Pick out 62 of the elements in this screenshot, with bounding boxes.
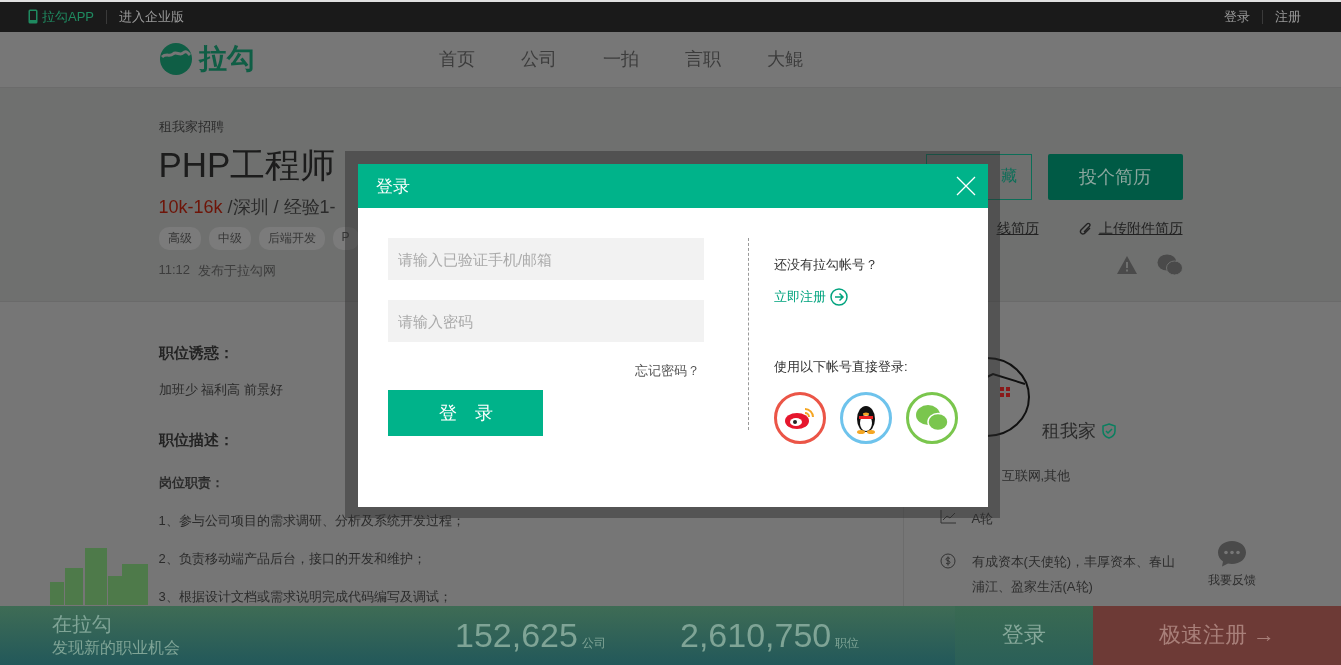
- forgot-password-link[interactable]: 忘记密码？: [635, 362, 700, 380]
- bottom-slogan: 在拉勾: [52, 612, 113, 638]
- job-title: PHP工程师: [158, 143, 337, 186]
- social-login-text: 使用以下帐号直接登录:: [774, 358, 909, 376]
- enterprise-link[interactable]: 进入企业版: [119, 7, 184, 26]
- perks-text: 加班少 福利高 前景好: [158, 380, 284, 399]
- section-heading: 职位描述：: [158, 430, 235, 450]
- paperclip-icon: [1078, 220, 1093, 237]
- phone-icon: [28, 9, 38, 25]
- company-line: 租我家招聘: [158, 117, 225, 136]
- job-tag: 高级: [158, 226, 201, 250]
- app-link-text[interactable]: 拉勾APP: [42, 7, 94, 26]
- bottom-login-button[interactable]: 登录: [955, 605, 1093, 665]
- company-name[interactable]: 租我家: [1041, 418, 1096, 443]
- company-info-text: 互联网,其他: [1001, 466, 1071, 485]
- nav-link[interactable]: 公司: [520, 47, 557, 72]
- nav-link[interactable]: 大鲲: [766, 47, 803, 72]
- quick-register-button[interactable]: 极速注册 →: [1093, 605, 1341, 665]
- logo-icon: [158, 42, 193, 77]
- duties-heading: 岗位职责：: [158, 473, 225, 492]
- logo-text[interactable]: 拉勾: [198, 40, 255, 79]
- duty-text: 3、根据设计文档或需求说明完成代码编写及调试；: [158, 587, 453, 606]
- buildings-icon: [50, 548, 150, 605]
- online-resume-link[interactable]: 线简历: [996, 219, 1039, 238]
- nav-link[interactable]: 言职: [684, 47, 721, 72]
- password-field[interactable]: 请输入密码: [388, 300, 704, 342]
- app-link[interactable]: 拉勾APP: [28, 7, 94, 26]
- register-link[interactable]: 注册: [1275, 7, 1301, 26]
- warning-icon[interactable]: [1116, 255, 1137, 274]
- no-account-text: 还没有拉勾帐号？: [774, 256, 879, 274]
- job-tag: 后端开发: [258, 226, 325, 250]
- company-info-text: 有成资本(天使轮)，丰厚资本、春山浦江、盈家生活(A轮): [971, 552, 1177, 596]
- job-meta: 10k-16k /深圳 / 经验1-: [158, 195, 337, 219]
- job-count-label: 职位: [835, 634, 860, 652]
- duty-text: 2、负责移动端产品后台，接口的开发和维护；: [158, 549, 427, 568]
- arrow-circle-icon[interactable]: [830, 288, 848, 306]
- job-tag: 中级: [208, 226, 251, 250]
- job-count: 2,610,750: [680, 615, 832, 655]
- nav-link[interactable]: 首页: [438, 47, 475, 72]
- company-count-label: 公司: [581, 634, 606, 652]
- apply-button[interactable]: 投个简历: [1047, 153, 1183, 200]
- register-now-link[interactable]: 立即注册: [774, 288, 958, 306]
- duty-text: 1、参与公司项目的需求调研、分析及系统开发过程；: [158, 511, 466, 530]
- upload-resume-link[interactable]: 上传附件简历: [1098, 219, 1183, 238]
- login-button[interactable]: 登 录: [388, 390, 543, 436]
- chat-bubbles-icon[interactable]: [1156, 253, 1183, 276]
- social-login-button[interactable]: [840, 392, 892, 444]
- chat-bubbles-icon: [915, 404, 949, 432]
- job-tag: P: [332, 226, 359, 250]
- close-icon[interactable]: [956, 176, 976, 196]
- weibo-icon: [783, 405, 817, 431]
- chat-bubble-icon[interactable]: [1217, 540, 1247, 568]
- line-chart-icon: [939, 509, 956, 524]
- bottom-subtitle: 发现新的职业机会: [52, 638, 181, 659]
- section-heading: 职位诱惑：: [158, 343, 235, 363]
- dollar-icon: [939, 552, 956, 569]
- account-field[interactable]: 请输入已验证手机/邮箱: [388, 238, 704, 280]
- company-count: 152,625: [455, 615, 578, 655]
- feedback-label[interactable]: 我要反馈: [1208, 572, 1256, 589]
- company-info-text: A轮: [971, 509, 994, 528]
- login-link[interactable]: 登录: [1224, 7, 1250, 26]
- dialog-title: 登录: [376, 175, 410, 198]
